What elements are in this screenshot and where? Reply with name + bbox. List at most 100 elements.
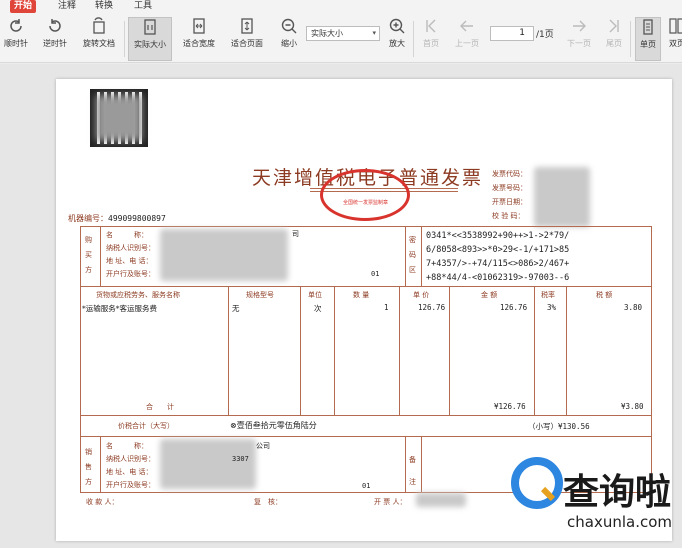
table-border [334,286,335,416]
table-border [300,286,301,416]
zoom-level-select[interactable]: 实际大小 ▾ [306,26,380,41]
first-page-icon [426,19,436,33]
double-page-button[interactable]: 双页 [664,17,682,61]
grand-total-small: （小写）¥130.56 [528,422,590,431]
item-unit-price: 126.76 [418,303,446,312]
menu-annotate[interactable]: 注释 [58,0,76,13]
zoom-in-button[interactable]: 放大 [386,17,408,61]
invoice-date-label: 开票日期： [492,198,527,206]
fit-width-label: 适合宽度 [183,39,215,48]
footer-reviewer: 复 核： [254,498,282,506]
col-tax-rate: 税率 [541,291,555,299]
qr-code-blur [96,95,142,141]
machine-number-label: 机器编号： [68,214,108,223]
invoice-seal [320,169,410,221]
actual-size-icon [144,19,156,35]
password-line: 0341*<<3538992+90++>1->2*79/ [426,231,570,241]
double-page-label: 双页 [669,39,682,48]
fit-page-button[interactable]: 适合页面 [227,17,267,61]
password-line: +88*44/4-<01062319>-97003--6 [426,273,570,283]
first-page-label: 首页 [423,39,439,48]
menu-bar: 开始 注释 转换 工具 [0,0,682,13]
col-tax-amount: 税 额 [596,291,613,299]
next-page-label: 下一页 [567,39,591,48]
grand-total-words: ⊗壹佰叁拾元零伍角陆分 [230,421,317,430]
seller-account-suffix: 01 [362,482,371,490]
arrow-left-icon [460,20,473,32]
rotate-document-button[interactable]: 旋转文档 [79,17,119,61]
seller-tax-id-label: 纳税人识别号： [106,455,155,463]
buyer-values-blur [160,229,288,281]
table-border [566,286,567,416]
toolbar-separator [630,21,631,57]
item-spec: 无 [232,304,240,313]
rotate-document-icon [93,17,105,34]
seal-text: 全国统一发票监制章 [343,200,389,206]
col-unit-price: 单 价 [413,291,430,299]
invoice-code-label: 发票代码： [492,170,527,178]
last-page-label: 尾页 [606,39,622,48]
grand-total-label: 价税合计（大写） [118,422,174,430]
watermark-title: 查询啦 [563,472,672,513]
arrow-right-icon [573,20,586,32]
table-border [399,286,400,416]
rotate-cw-icon [10,19,22,32]
check-code-label: 校 验 码： [492,212,525,220]
double-page-icon [669,18,682,34]
prev-page-label: 上一页 [455,39,479,48]
page-number-input[interactable]: 1 [490,26,534,41]
chevron-down-icon: ▾ [372,29,376,37]
col-unit: 单位 [308,291,322,299]
seller-label: 销售方 [85,448,92,486]
item-tax-amount: 3.80 [624,303,643,312]
buyer-tax-id-label: 纳税人识别号： [106,244,155,252]
first-page-button[interactable]: 首页 [420,17,442,61]
rotate-cw-button[interactable]: 顺时针 [2,17,30,61]
menu-home[interactable]: 开始 [10,0,37,13]
rotate-document-label: 旋转文档 [83,39,115,48]
col-goods-name: 货物或应税劳务、服务名称 [96,291,180,299]
buyer-name-suffix: 司 [292,230,299,238]
zoom-out-button[interactable]: 缩小 [278,17,300,61]
rotate-ccw-label: 逆时针 [43,39,67,48]
table-border [421,226,422,286]
next-page-button[interactable]: 下一页 [564,17,594,61]
item-amount: 126.76 [500,303,528,312]
total-tax: ¥3.80 [621,402,644,411]
buyer-address-label: 地 址、电 话： [106,257,153,265]
rotate-ccw-icon [49,19,61,32]
seller-name-label: 名 称： [106,442,148,450]
menu-tools[interactable]: 工具 [134,0,152,13]
header-values-blur [534,167,590,227]
pdf-reader-window: 开始 注释 转换 工具 顺时针 逆时针 旋转文档 实际大小 适合宽度 适合页面 [0,0,682,548]
item-quantity: 1 [384,303,389,312]
toolbar: 顺时针 逆时针 旋转文档 实际大小 适合宽度 适合页面 缩小 实际大小 ▾ 放大… [0,13,682,63]
seller-values-blur [160,439,256,489]
buyer-bank-label: 开户行及账号： [106,270,155,278]
zoom-out-icon [281,18,297,34]
seller-address-label: 地 址、电 话： [106,468,153,476]
menu-convert[interactable]: 转换 [95,0,113,13]
password-line: 6/8058<893>>*0>29<-1/+171>85 [426,245,570,255]
rotate-ccw-button[interactable]: 逆时针 [40,17,70,61]
last-page-button[interactable]: 尾页 [603,17,625,61]
footer-issuer: 开 票 人： [374,498,407,506]
buyer-account-suffix: 01 [371,270,380,278]
buyer-label: 购买方 [85,236,92,274]
prev-page-button[interactable]: 上一页 [452,17,482,61]
table-border [449,286,450,416]
toolbar-separator [124,21,125,57]
table-border [80,226,81,493]
actual-size-button[interactable]: 实际大小 [128,17,172,61]
total-amount: ¥126.76 [494,402,526,411]
buyer-fields: 名 称： 纳税人识别号： 地 址、电 话： 开户行及账号： [106,229,155,281]
single-page-icon [643,19,653,35]
table-border [421,437,422,493]
site-watermark: 查询啦 chaxunla.com [503,447,682,548]
watermark-url: chaxunla.com [567,513,672,531]
password-line: 7+4357/>-+74/115<>086>2/467+ [426,259,570,269]
invoice-number-label: 发票号码： [492,184,527,192]
seller-fields: 名 称： 纳税人识别号： 地 址、电 话： 开户行及账号： [106,440,155,492]
single-page-button[interactable]: 单页 [635,17,661,61]
fit-width-button[interactable]: 适合宽度 [179,17,219,61]
